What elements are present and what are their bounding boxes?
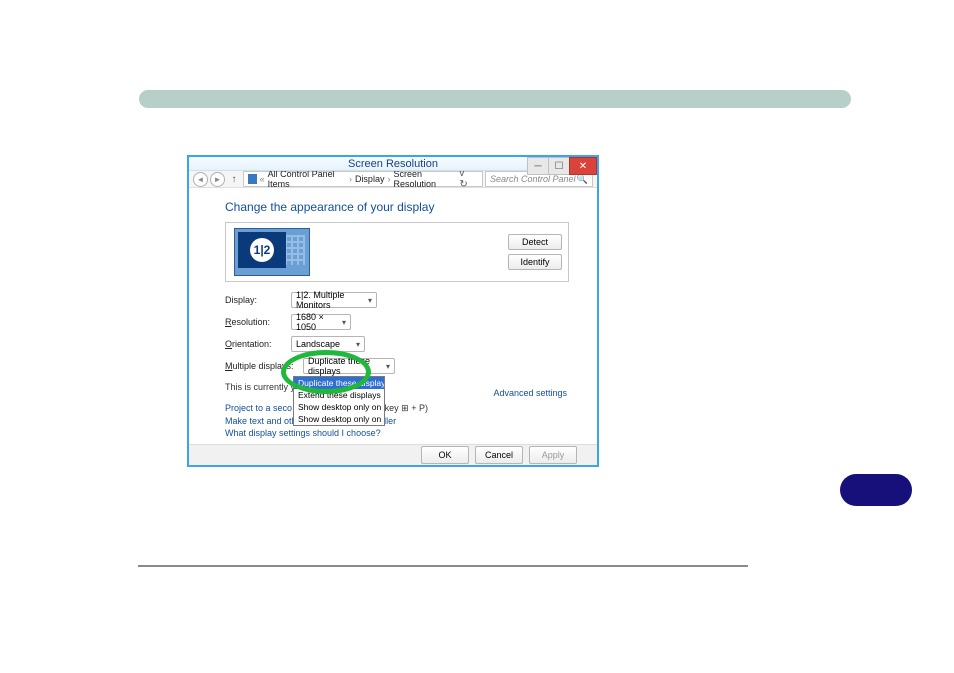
chevron-right-icon: › (387, 174, 390, 184)
display-select[interactable]: 1|2. Multiple Monitors ▾ (291, 292, 377, 308)
breadcrumb-item[interactable]: Screen Resolution (393, 169, 456, 189)
back-button[interactable]: ◄ (193, 172, 208, 187)
resolution-label: Resolution: (225, 317, 285, 327)
minimize-button[interactable]: ─ (527, 157, 549, 175)
decorative-pill (840, 474, 912, 506)
chevron-right-icon: › (349, 174, 352, 184)
refresh-icon[interactable]: v ↻ (459, 168, 478, 190)
dropdown-option[interactable]: Extend these displays (294, 389, 384, 401)
decorative-rule (138, 565, 748, 567)
settings-form: Display: 1|2. Multiple Monitors ▾ Resolu… (225, 292, 569, 438)
breadcrumb-item[interactable]: Display (355, 174, 385, 184)
cancel-button[interactable]: Cancel (475, 446, 523, 464)
orientation-label: Orientation: (225, 339, 285, 349)
chevron-down-icon: ▾ (356, 340, 360, 349)
ok-button[interactable]: OK (421, 446, 469, 464)
text-size-link[interactable]: Make text and other items larger or smal… (225, 416, 569, 426)
monitor-preview[interactable]: 1|2 (232, 226, 312, 278)
maximize-button[interactable]: ☐ (548, 157, 570, 175)
display-preview-box: 1|2 Detect Identify (225, 222, 569, 282)
titlebar: Screen Resolution ─ ☐ ✕ (189, 157, 597, 171)
window-title: Screen Resolution (348, 158, 438, 170)
display-label: Display: (225, 295, 285, 305)
monitor-1-icon: 1|2 (238, 232, 286, 268)
up-button[interactable]: ↑ (227, 174, 241, 185)
dropdown-option[interactable]: Show desktop only on 1 (294, 401, 384, 413)
orientation-select[interactable]: Landscape ▾ (291, 336, 365, 352)
breadcrumb-sep: « (260, 174, 265, 184)
control-panel-icon (248, 174, 257, 184)
chevron-down-icon: ▾ (368, 296, 372, 305)
dropdown-option[interactable]: Duplicate these displays (294, 377, 384, 389)
links-block: Project to a seco logo key ⊞ + P) Make t… (225, 402, 569, 438)
monitor-grid-icon (285, 235, 305, 265)
screen-resolution-window: Screen Resolution ─ ☐ ✕ ◄ ► ↑ « All Cont… (187, 155, 599, 467)
monitor-number: 1|2 (250, 238, 274, 262)
breadcrumb-item[interactable]: All Control Panel Items (268, 169, 346, 189)
resolution-value: 1680 × 1050 (296, 312, 342, 332)
multiple-displays-row: Multiple displays: Duplicate these displ… (225, 358, 569, 374)
window-controls: ─ ☐ ✕ (528, 157, 597, 177)
dialog-footer: OK Cancel Apply (189, 444, 597, 465)
decorative-top-bar (139, 90, 851, 108)
detect-button[interactable]: Detect (508, 234, 562, 250)
display-value: 1|2. Multiple Monitors (296, 290, 368, 310)
project-line: Project to a seco logo key ⊞ + P) (225, 402, 569, 414)
resolution-row: Resolution: 1680 × 1050 ▾ (225, 314, 569, 330)
multiple-displays-select[interactable]: Duplicate these displays ▾ (303, 358, 395, 374)
resolution-select[interactable]: 1680 × 1050 ▾ (291, 314, 351, 330)
page-heading: Change the appearance of your display (225, 200, 569, 214)
project-link[interactable]: Project to a seco (225, 403, 292, 413)
forward-button[interactable]: ► (210, 172, 225, 187)
orientation-value: Landscape (296, 339, 340, 349)
which-settings-link[interactable]: What display settings should I choose? (225, 428, 569, 438)
close-button[interactable]: ✕ (569, 157, 597, 175)
multiple-displays-label: Multiple displays: (225, 361, 297, 371)
chevron-down-icon: ▾ (342, 318, 346, 327)
display-row: Display: 1|2. Multiple Monitors ▾ (225, 292, 569, 308)
apply-button[interactable]: Apply (529, 446, 577, 464)
identify-button[interactable]: Identify (508, 254, 562, 270)
dropdown-option[interactable]: Show desktop only on 2 (294, 413, 384, 425)
content-area: Change the appearance of your display 1|… (189, 188, 597, 444)
chevron-down-icon: ▾ (386, 362, 390, 371)
advanced-settings-link[interactable]: Advanced settings (493, 388, 567, 398)
preview-buttons: Detect Identify (508, 234, 562, 270)
multiple-displays-dropdown: Duplicate these displays Extend these di… (293, 376, 385, 426)
multiple-displays-value: Duplicate these displays (308, 356, 386, 376)
orientation-row: Orientation: Landscape ▾ (225, 336, 569, 352)
breadcrumb[interactable]: « All Control Panel Items › Display › Sc… (243, 171, 483, 187)
